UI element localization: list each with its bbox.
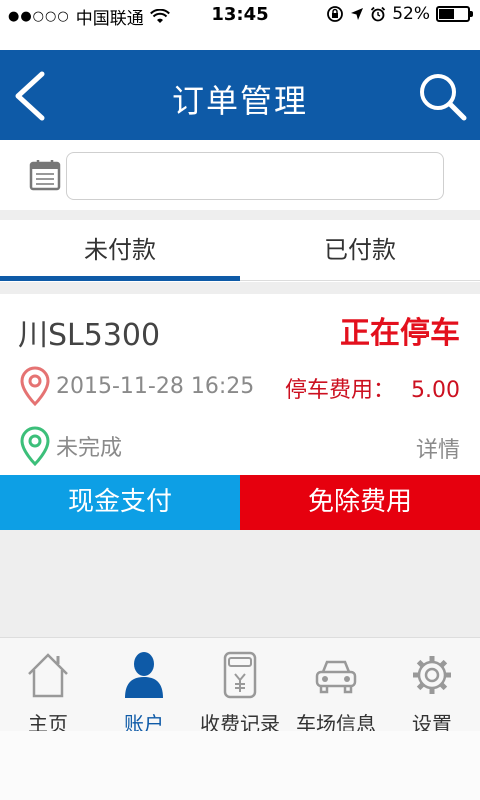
tab-paid[interactable]: 已付款 [240, 220, 480, 282]
waive-fee-button[interactable]: 免除费用 [240, 475, 480, 530]
parking-status: 正在停车 [340, 316, 460, 351]
location-pin-icon [20, 366, 50, 406]
date-input[interactable] [66, 152, 444, 200]
search-icon[interactable] [416, 70, 468, 122]
date-filter-row [0, 140, 480, 210]
order-card[interactable]: 川SL5300 正在停车 2015-11-28 16:25 停车费用： 5.00 … [0, 294, 480, 475]
nav-item-parking-info[interactable]: 车场信息 [288, 638, 384, 736]
battery-percent: 52% [392, 4, 430, 24]
divider [0, 210, 480, 220]
empty-area [0, 530, 480, 637]
payment-tabs: 未付款 已付款 [0, 220, 480, 282]
status-bar: ●●○○○ 中国联通 13:45 52% [0, 0, 480, 30]
gear-icon [413, 656, 451, 694]
nav-item-billing-records[interactable]: 收费记录 [192, 638, 288, 736]
location-arrow-icon [351, 8, 364, 20]
order-state: 未完成 [56, 436, 123, 461]
divider [0, 282, 480, 294]
user-icon [125, 652, 163, 698]
nav-item-account[interactable]: 账户 [96, 638, 192, 736]
order-time-row: 2015-11-28 16:25 [18, 366, 254, 406]
order-time: 2015-11-28 16:25 [56, 373, 255, 399]
app-header: 订单管理 [0, 50, 480, 140]
home-icon [28, 653, 68, 698]
car-icon [315, 660, 357, 694]
license-plate: 川SL5300 [18, 318, 161, 353]
order-state-row: 未完成 [18, 426, 122, 466]
fee-label: 停车费用： [285, 378, 396, 403]
nav-item-settings[interactable]: 设置 [384, 638, 480, 736]
tab-unpaid[interactable]: 未付款 [0, 220, 240, 282]
fee-value: 5.00 [411, 378, 460, 403]
location-pin-icon [20, 426, 50, 466]
receipt-icon [223, 651, 257, 699]
rotation-lock-icon [327, 6, 344, 22]
parking-fee: 停车费用： 5.00 [285, 372, 460, 404]
alarm-icon [371, 6, 386, 22]
bottom-nav: 主页 账户 收费记录 车场信息 设置 [0, 637, 480, 736]
blank-footer [0, 731, 480, 800]
cash-payment-button[interactable]: 现金支付 [0, 475, 240, 530]
calendar-icon[interactable] [28, 158, 62, 192]
details-link[interactable]: 详情 [416, 432, 460, 464]
nav-item-home[interactable]: 主页 [0, 638, 96, 736]
battery-icon [436, 6, 473, 22]
page-title: 订单管理 [171, 82, 308, 120]
active-tab-indicator [0, 276, 240, 281]
